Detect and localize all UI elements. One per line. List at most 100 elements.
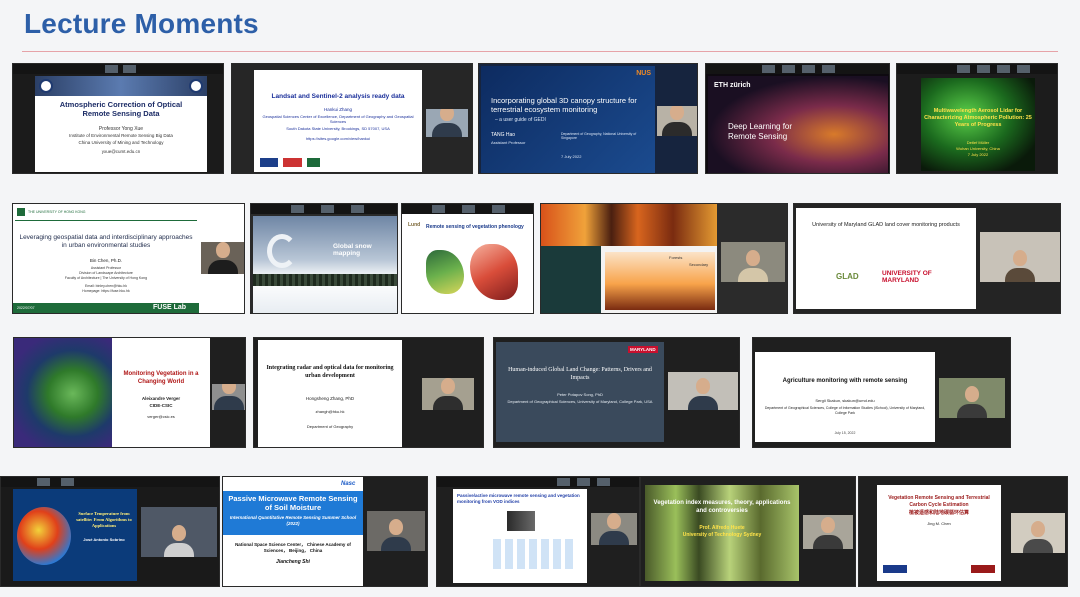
- speaker-affiliation: Institute of Environmental Remote Sensin…: [69, 133, 173, 138]
- speaker-name: Detlef Müller: [966, 140, 990, 145]
- speaker-faculty: Faculty of Architecture | The University…: [64, 276, 148, 280]
- slide-title: Monitoring Vegetation in a Changing Worl…: [123, 371, 199, 385]
- speaker-video: [591, 513, 637, 545]
- speaker-video: [980, 232, 1060, 282]
- slide-title: Integrating radar and optical data for m…: [266, 365, 394, 379]
- speaker-video: [657, 106, 697, 136]
- nus-logo-icon: NUS: [636, 70, 651, 77]
- slide-panel: Multiwavelength Aerosol Lidar for Charac…: [921, 78, 1035, 171]
- slide-title: University of Maryland GLAD land cover m…: [812, 222, 960, 228]
- lecture-thumbnail-glad-land-cover[interactable]: University of Maryland GLAD land cover m…: [793, 203, 1061, 314]
- speaker-institution: Wuhan University, China: [956, 146, 1000, 151]
- lecture-thumbnail-landsat-sentinel[interactable]: Landsat and Sentinel-2 analysis ready da…: [231, 63, 473, 174]
- umd-logo: MARYLAND: [628, 346, 658, 353]
- slide-panel: Nasc Passive Microwave Remote Sensing of…: [223, 477, 363, 586]
- slide-title: Global snow mapping: [333, 243, 372, 257]
- lecture-thumbnail-vegetation-index[interactable]: Vegetation index measures, theory, appli…: [640, 476, 856, 587]
- slide-panel: Monitoring Vegetation in a Changing Worl…: [14, 338, 210, 447]
- lecture-thumbnail-atmospheric-correction[interactable]: Atmospheric Correction of Optical Remote…: [12, 63, 224, 174]
- slide-panel: MARYLAND Human-induced Global Land Chang…: [496, 342, 664, 442]
- hku-logo-icon: [17, 208, 25, 216]
- speaker-email: verger@csic.es: [147, 414, 175, 419]
- lecture-thumbnail-agriculture-monitoring[interactable]: Agriculture monitoring with remote sensi…: [752, 337, 1011, 448]
- lecture-thumbnail-urban-environment[interactable]: THE UNIVERSITY OF HONG KONG Leveraging g…: [12, 203, 245, 314]
- lecture-thumbnail-microwave-vod[interactable]: Passive/active microwave remote sensing …: [436, 476, 640, 587]
- slide-panel: THE UNIVERSITY OF HONG KONG Leveraging g…: [13, 204, 199, 313]
- lecture-thumbnail-global-land-change[interactable]: MARYLAND Human-induced Global Land Chang…: [493, 337, 740, 448]
- slide-panel: University of Maryland GLAD land cover m…: [796, 208, 976, 309]
- slide-title: Multiwavelength Aerosol Lidar for Charac…: [924, 108, 1032, 128]
- slide-title: Deep Learning for Remote Sensing: [728, 122, 793, 141]
- speaker-name: José Antonio Sobrino: [83, 537, 125, 542]
- speaker-name: TANG Hao: [491, 132, 516, 138]
- speaker-homepage: Homepage: https://fuse.hku.hk: [82, 289, 130, 293]
- participant-strip: [402, 204, 533, 214]
- speaker-video: [141, 507, 217, 557]
- speaker-name: Jing M. Chen: [927, 521, 951, 526]
- slide-title: Leveraging geospatial data and interdisc…: [19, 234, 193, 249]
- lecture-thumbnail-vegetation-phenology[interactable]: Lund Remote sensing of vegetation phenol…: [401, 203, 534, 314]
- lecture-thumbnail-vegetation-changing-world[interactable]: Monitoring Vegetation in a Changing Worl…: [13, 337, 246, 448]
- vod-diagram: [493, 539, 573, 569]
- slide-title: Incorporating global 3D canopy structure…: [491, 96, 637, 114]
- phenology-map: [426, 250, 464, 294]
- speaker-affiliation: Geospatial Sciences Center of Excellence…: [262, 114, 414, 124]
- university-logo-icon: [883, 565, 907, 573]
- slide-title: Remote sensing of vegetation phenology: [426, 224, 524, 230]
- lecture-thumbnail-carbon-cycle[interactable]: Vegetation Remote Sensing and Terrestria…: [858, 476, 1068, 587]
- slide-subtitle: International Quantitative Remote Sensin…: [229, 515, 357, 526]
- speaker-role: Assistant Professor: [491, 140, 526, 145]
- lecture-thumbnail-gedi-canopy[interactable]: NUS Incorporating global 3D canopy struc…: [478, 63, 698, 174]
- speaker-institution: China University of Mining and Technolog…: [78, 140, 164, 145]
- participant-strip: [706, 64, 889, 74]
- stage-label-forests: Forests: [669, 255, 683, 260]
- speaker-institution: South Dakota State University, Brookings…: [286, 126, 390, 131]
- sponsor-logos-icon: [260, 158, 320, 167]
- participant-strip: [13, 64, 223, 74]
- slide-panel: Vegetation Remote Sensing and Terrestria…: [877, 485, 1001, 581]
- speaker-name: Hongsheng Zhang, PhD: [305, 396, 355, 401]
- slide-title: Vegetation index measures, theory, appli…: [653, 500, 791, 514]
- slide-title: Human-induced Global Land Change: Patter…: [508, 367, 652, 381]
- slide-panel: Landsat and Sentinel-2 analysis ready da…: [254, 70, 422, 172]
- slide-subtitle: – a user guide of GEDI: [495, 117, 546, 123]
- lecture-thumbnail-radar-optical-urban[interactable]: Integrating radar and optical data for m…: [253, 337, 484, 448]
- slide-title: Landsat and Sentinel-2 analysis ready da…: [271, 93, 405, 100]
- speaker-role: Assistant Professor: [90, 266, 122, 270]
- slide-panel: Forests Secondary: [541, 204, 717, 313]
- slide-title: Passive Microwave Remote Sensing of Soil…: [228, 494, 358, 512]
- lecture-thumbnail-surface-temperature[interactable]: Surface Temperature from satellite: From…: [0, 476, 220, 587]
- slide-title: Surface Temperature from satellite: From…: [76, 511, 132, 528]
- slide-panel: Agriculture monitoring with remote sensi…: [755, 352, 935, 442]
- speaker-video: [426, 109, 468, 137]
- university-logo-icon: [971, 565, 995, 573]
- speaker-email: Email: binley.chen@hku.hk: [84, 284, 127, 288]
- lecture-date: July 15, 2022: [834, 431, 856, 435]
- nssc-logo: Nasc: [341, 481, 356, 487]
- umd-logo: UNIVERSITY OF MARYLAND: [882, 270, 932, 284]
- speaker-video: [1011, 513, 1065, 553]
- speaker-video: [201, 242, 244, 274]
- institute-logo-icon: [189, 79, 203, 93]
- speaker-video: [367, 511, 425, 551]
- lecture-thumbnail-snow-mapping[interactable]: Global snow mapping: [250, 203, 398, 314]
- lecture-date: 7 July 2022: [561, 154, 582, 159]
- lecture-thumbnail-soil-moisture[interactable]: Nasc Passive Microwave Remote Sensing of…: [222, 476, 428, 587]
- participant-strip: [1, 477, 219, 487]
- speaker-affiliation: Department of Geography, National Univer…: [561, 132, 637, 140]
- lecture-thumbnail-deep-learning[interactable]: ETH zürich Deep Learning for Remote Sens…: [705, 63, 890, 174]
- speaker-institution: University of Technology Sydney: [682, 532, 762, 538]
- speaker-email: yxue@cumt.edu.cn: [101, 149, 141, 154]
- university-name: THE UNIVERSITY OF HONG KONG: [28, 210, 86, 214]
- lab-logo: FUSE Lab: [153, 304, 187, 311]
- speaker-email: zhangh@hku.hk: [315, 409, 345, 414]
- slide-panel: Atmospheric Correction of Optical Remote…: [35, 76, 207, 172]
- speaker-name: Peter Potapov Song, PhD: [557, 392, 603, 397]
- slide-title: Passive/active microwave remote sensing …: [457, 493, 580, 504]
- lecture-thumbnail-forest-fire[interactable]: Forests Secondary: [540, 203, 788, 314]
- lecture-thumbnail-aerosol-lidar[interactable]: Multiwavelength Aerosol Lidar for Charac…: [896, 63, 1058, 174]
- slide-title: Vegetation Remote Sensing and Terrestria…: [888, 495, 990, 508]
- speaker-institution: CIDE-CSIC: [149, 403, 173, 408]
- vod-figure: [507, 511, 535, 531]
- slide-title-chinese: 植被遥感和陆地碳循环估算: [908, 510, 969, 516]
